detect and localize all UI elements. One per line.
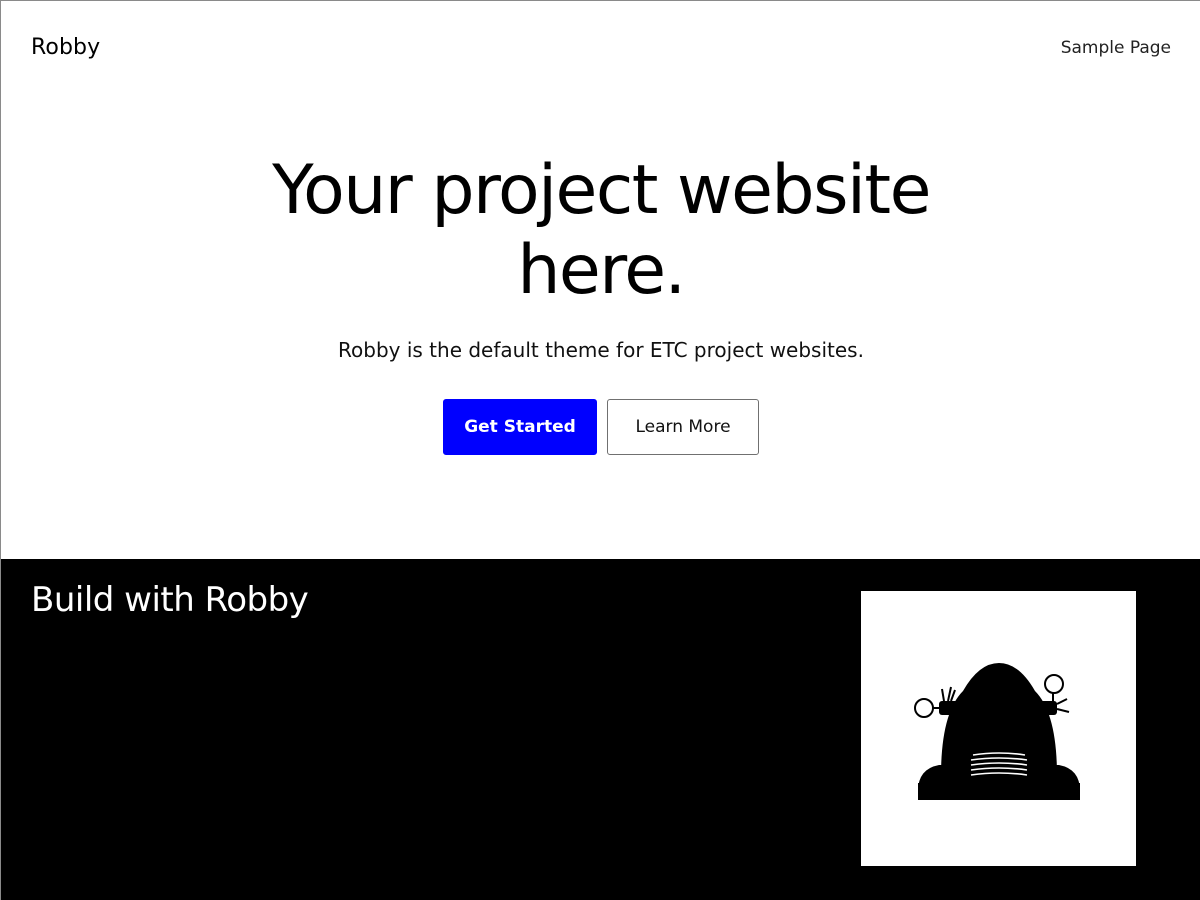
hero-title: Your project website here. <box>272 151 931 310</box>
section-heading: Build with Robby <box>31 580 309 620</box>
site-header: Robby Sample Page <box>1 1 1200 96</box>
hero-section: Your project website here. Robby is the … <box>1 151 1200 455</box>
page: Robby Sample Page Your project website h… <box>0 0 1200 900</box>
learn-more-button[interactable]: Learn More <box>607 399 759 455</box>
get-started-button[interactable]: Get Started <box>443 399 597 455</box>
robot-icon <box>914 663 1080 800</box>
build-section: Build with Robby <box>1 559 1200 900</box>
site-title-link[interactable]: Robby <box>31 34 100 62</box>
robot-image <box>861 591 1136 866</box>
hero-subtitle: Robby is the default theme for ETC proje… <box>338 338 864 362</box>
nav-link-sample-page[interactable]: Sample Page <box>1061 37 1171 59</box>
hero-buttons: Get Started Learn More <box>1 399 1200 455</box>
